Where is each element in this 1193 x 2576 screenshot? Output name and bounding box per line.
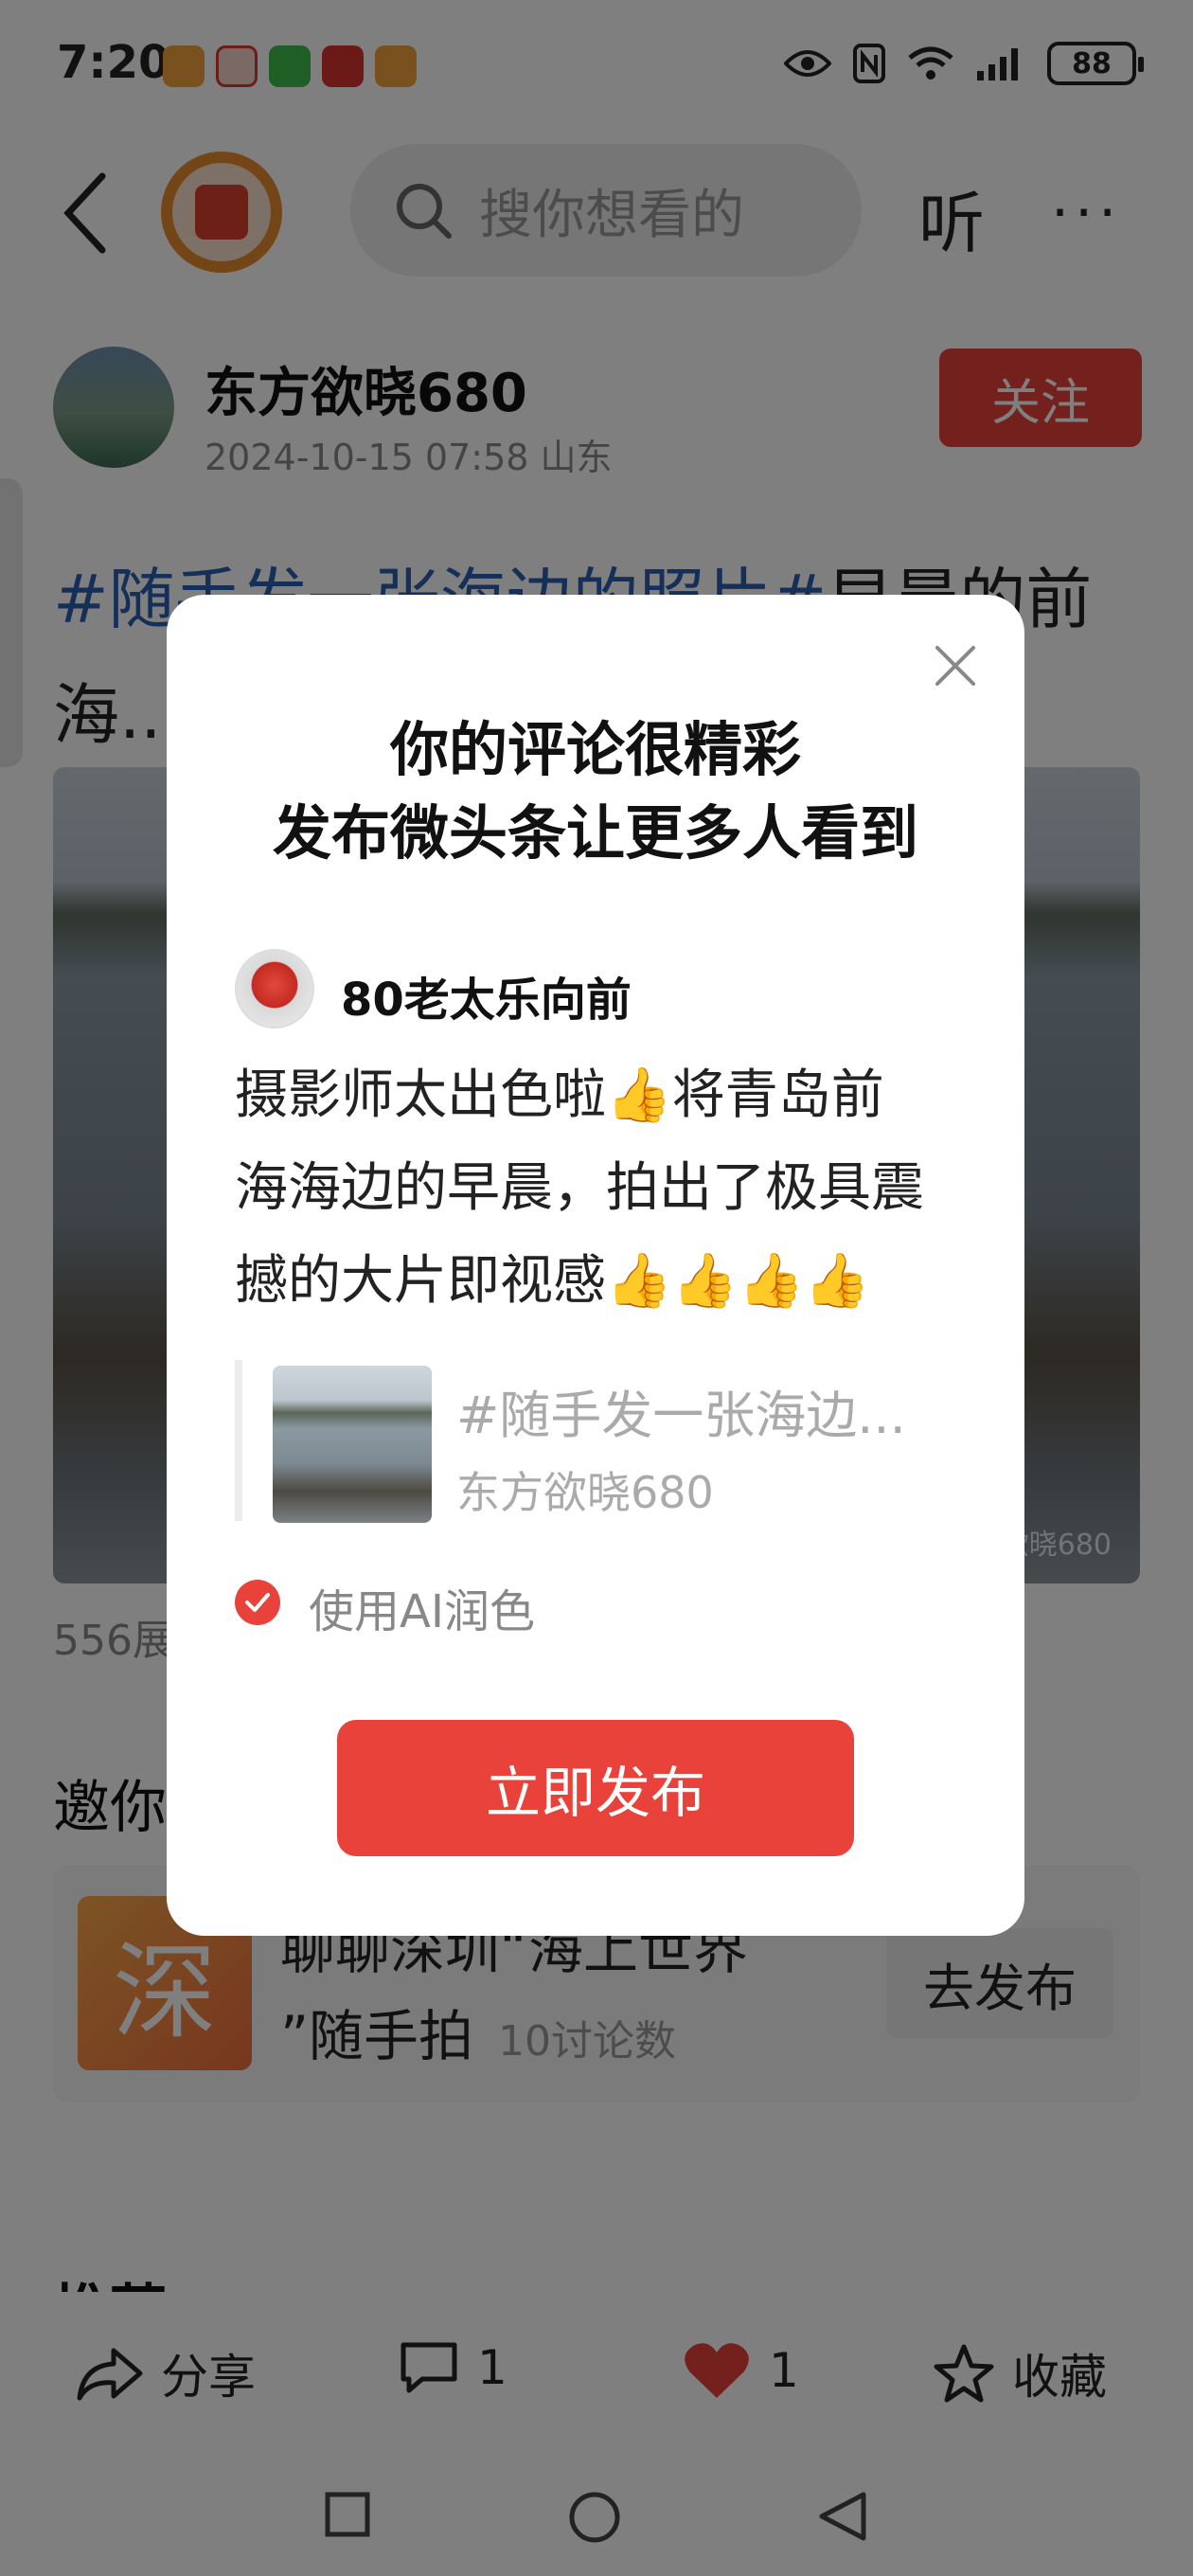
publish-dialog: 你的评论很精彩 发布微头条让更多人看到 80老太乐向前 摄影师太出色啦👍将青岛前…: [167, 595, 1024, 1936]
check-icon: [245, 1593, 270, 1612]
comment-text: 摄影师太出色啦👍将青岛前 海海边的早晨，拍出了极具震 撼的大片即视感👍👍👍👍: [235, 1049, 964, 1328]
dialog-title-line: 你的评论很精彩: [389, 715, 801, 784]
comment-line: 海海边的早晨，拍出了极具震: [235, 1157, 924, 1219]
close-icon[interactable]: [934, 644, 977, 688]
commenter-avatar: [235, 949, 314, 1029]
quoted-post-title: #随手发一张海边...: [456, 1386, 906, 1445]
dialog-title-line: 发布微头条让更多人看到: [272, 798, 918, 868]
quoted-post-thumbnail: [273, 1366, 432, 1523]
quoted-post-author: 东方欲晓680: [456, 1467, 714, 1518]
dialog-title: 你的评论很精彩 发布微头条让更多人看到: [167, 708, 1024, 875]
quoted-post: #随手发一张海边... 东方欲晓680: [235, 1360, 964, 1523]
comment-line: 摄影师太出色啦👍将青岛前: [235, 1064, 884, 1126]
comment-line: 撼的大片即视感👍👍👍👍: [235, 1250, 870, 1312]
commenter-name: 80老太乐向前: [341, 974, 632, 1027]
publish-now-button[interactable]: 立即发布: [337, 1720, 854, 1856]
ai-polish-checkbox[interactable]: [235, 1580, 280, 1625]
ai-polish-label[interactable]: 使用AI润色: [309, 1574, 535, 1640]
